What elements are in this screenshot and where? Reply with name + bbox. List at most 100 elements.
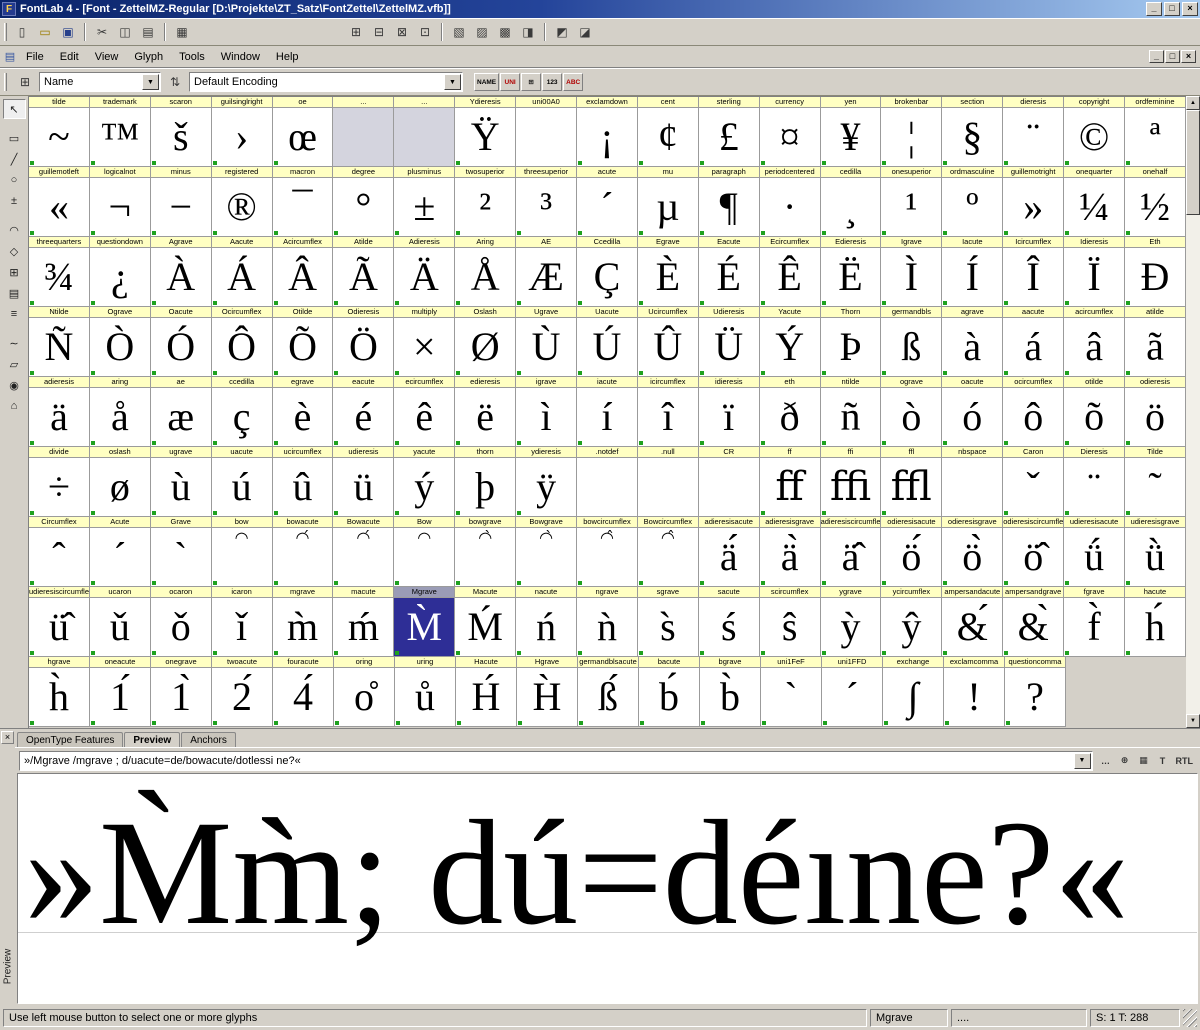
glyph-cell-ff[interactable]: ff ﬀ bbox=[759, 447, 821, 517]
glyph-cell-ccedilla[interactable]: ccedilla ç bbox=[211, 377, 273, 447]
glyph-cell-acircumflex[interactable]: acircumflex â bbox=[1064, 307, 1126, 377]
glyph-cell-exclamcomma[interactable]: exclamcomma! bbox=[944, 657, 1005, 727]
glyph-cell-aacute[interactable]: aacute á bbox=[1003, 307, 1065, 377]
tab-anchors[interactable]: Anchors bbox=[181, 732, 236, 747]
glyph-cell-ordmasculine[interactable]: ordmasculine º bbox=[942, 167, 1004, 237]
glyph-cell-Bowacute[interactable]: Bowacute ◠́ bbox=[333, 517, 395, 587]
mesh-tool[interactable]: ⊞ bbox=[3, 262, 26, 282]
glyph-cell-Acute[interactable]: Acute ´ bbox=[89, 517, 151, 587]
glyph-cell-Ocircumflex[interactable]: Ocircumflex Ô bbox=[211, 307, 273, 377]
glyph-cell-guillemotright[interactable]: guillemotright » bbox=[1003, 167, 1065, 237]
glyph-cell-Ecircumflex[interactable]: Ecircumflex Ê bbox=[759, 237, 821, 307]
glyph-cell-CR[interactable]: CR bbox=[698, 447, 760, 517]
glyph-cell-thorn[interactable]: thorn þ bbox=[455, 447, 517, 517]
glyph-cell-onehalf[interactable]: onehalf ½ bbox=[1125, 167, 1186, 237]
glyph-cell-ygrave[interactable]: ygrave ỳ bbox=[820, 587, 882, 657]
preview-text-combo[interactable]: »/Mgrave /mgrave ; d/uacute=de/bowacute/… bbox=[19, 750, 1093, 771]
caption-mode-combo[interactable]: Name ▼ bbox=[39, 72, 161, 92]
chevron-down-icon[interactable]: ▼ bbox=[1073, 752, 1091, 769]
glyph-window-icon[interactable]: ▧ bbox=[448, 22, 470, 42]
scroll-thumb[interactable] bbox=[1186, 110, 1200, 215]
table-tool[interactable]: ▤ bbox=[3, 283, 26, 303]
preview-print-button[interactable]: ▦ bbox=[1135, 752, 1153, 770]
transform-panel-icon[interactable]: ⊡ bbox=[414, 22, 436, 42]
glyph-cell-germandblsacute[interactable]: germandblsacute ß́ bbox=[578, 657, 639, 727]
glyph-cell-ffl[interactable]: ffl ﬄ bbox=[881, 447, 943, 517]
menu-help[interactable]: Help bbox=[268, 48, 307, 66]
glyph-cell-trademark[interactable]: trademark ™ bbox=[89, 97, 151, 167]
minimize-button[interactable]: _ bbox=[1146, 2, 1162, 16]
glyph-cell-acute[interactable]: acute ´ bbox=[577, 167, 638, 237]
glyph-cell-logicalnot[interactable]: logicalnot ¬ bbox=[89, 167, 151, 237]
panel-close-button[interactable]: × bbox=[1, 731, 14, 744]
glyph-cell-Mgrave[interactable]: Mgrave M̀ bbox=[394, 587, 456, 657]
glyph-cell-nacute[interactable]: nacute ń bbox=[516, 587, 578, 657]
glyph-cell-Atilde[interactable]: Atilde Ã bbox=[333, 237, 395, 307]
glyph-cell-odieresisacute[interactable]: odieresisacute ö́ bbox=[881, 517, 943, 587]
cut-icon[interactable]: ✂ bbox=[91, 22, 113, 42]
glyph-cell-Oacute[interactable]: Oacute Ó bbox=[150, 307, 212, 377]
glyph-cell-Ccedilla[interactable]: Ccedilla Ç bbox=[577, 237, 638, 307]
macro-icon[interactable]: ◩ bbox=[551, 22, 573, 42]
preview-canvas[interactable]: »M̀m̀; dú=déıne?« bbox=[17, 773, 1198, 1004]
glyph-cell-questioncomma[interactable]: questioncomma? bbox=[1005, 657, 1066, 727]
glyph-cell-Hacute[interactable]: Hacute H́ bbox=[456, 657, 517, 727]
glyph-cell-eth[interactable]: eth ð bbox=[759, 377, 821, 447]
scroll-down-icon[interactable]: ▼ bbox=[1186, 714, 1200, 728]
glyph-cell-udieresiscircumflex[interactable]: udieresiscircumflex ü̂ bbox=[29, 587, 90, 657]
glyph-cell-ngrave[interactable]: ngrave ǹ bbox=[577, 587, 638, 657]
glyph-cell-oslash[interactable]: oslash ø bbox=[89, 447, 151, 517]
magnify-tool[interactable]: ○ bbox=[3, 170, 26, 190]
glyph-cell-ydieresis[interactable]: ydieresis ÿ bbox=[516, 447, 578, 517]
glyph-cell-bowcircumflex[interactable]: bowcircumflex ◠̂ bbox=[577, 517, 638, 587]
rect-tool[interactable]: ▱ bbox=[3, 354, 26, 374]
grid-scrollbar[interactable]: ▲ ▼ bbox=[1186, 96, 1200, 728]
glyph-cell-eacute[interactable]: eacute é bbox=[333, 377, 395, 447]
options-icon[interactable]: ◨ bbox=[517, 22, 539, 42]
menu-tools[interactable]: Tools bbox=[171, 48, 213, 66]
glyph-cell-Caron[interactable]: Caron ˇ bbox=[1003, 447, 1065, 517]
encoding-combo[interactable]: Default Encoding ▼ bbox=[189, 72, 463, 92]
glyph-cell-registered[interactable]: registered ® bbox=[211, 167, 273, 237]
glyph-cell-scaron[interactable]: scaron š bbox=[150, 97, 212, 167]
glyph-cell-ucaron[interactable]: ucaron ǔ bbox=[89, 587, 151, 657]
glyph-cell-atilde[interactable]: atilde ã bbox=[1125, 307, 1186, 377]
glyph-cell-ntilde[interactable]: ntilde ñ bbox=[820, 377, 882, 447]
glyph-cell-guilsinglright[interactable]: guilsinglright › bbox=[211, 97, 273, 167]
glyph-cell-tilde[interactable]: tilde ~ bbox=[29, 97, 90, 167]
glyph-cell-macron[interactable]: macron ¯ bbox=[272, 167, 334, 237]
caption-unicode-button[interactable]: UNI bbox=[500, 73, 521, 91]
open-icon[interactable]: ▭ bbox=[34, 22, 56, 42]
glyph-cell-ffi[interactable]: ffi ﬃ bbox=[820, 447, 882, 517]
glyph-cell-icircumflex[interactable]: icircumflex î bbox=[637, 377, 699, 447]
glyph-cell-Yacute[interactable]: Yacute Ý bbox=[759, 307, 821, 377]
glyph-cell-Bowgrave[interactable]: Bowgrave ◠̀ bbox=[516, 517, 578, 587]
glyph-cell-minus[interactable]: minus − bbox=[150, 167, 212, 237]
copy-icon[interactable]: ◫ bbox=[114, 22, 136, 42]
glyph-cell-Otilde[interactable]: Otilde Õ bbox=[272, 307, 334, 377]
save-icon[interactable]: ▣ bbox=[57, 22, 79, 42]
glyph-cell-twoacute[interactable]: twoacute 2́ bbox=[212, 657, 273, 727]
glyph-cell-Oslash[interactable]: Oslash Ø bbox=[455, 307, 517, 377]
glyph-cell-Aring[interactable]: Aring Å bbox=[455, 237, 517, 307]
glyph-cell-otilde[interactable]: otilde õ bbox=[1064, 377, 1126, 447]
panels-icon[interactable]: ▩ bbox=[494, 22, 516, 42]
classes-panel-icon[interactable]: ⊠ bbox=[391, 22, 413, 42]
maximize-button[interactable]: □ bbox=[1164, 2, 1180, 16]
glyph-cell-oring[interactable]: oring o̊ bbox=[334, 657, 395, 727]
glyph-cell-ocircumflex[interactable]: ocircumflex ô bbox=[1003, 377, 1065, 447]
glyph-cell-plusminus[interactable]: plusminus ± bbox=[394, 167, 456, 237]
glyph-cell-Egrave[interactable]: Egrave È bbox=[637, 237, 699, 307]
metrics-window-icon[interactable]: ⊟ bbox=[368, 22, 390, 42]
caption-table-button[interactable]: ⊞ bbox=[521, 73, 542, 91]
caption-ansi-button[interactable]: ABC bbox=[563, 73, 584, 91]
glyph-cell-uni00A0[interactable]: uni00A0 bbox=[516, 97, 578, 167]
glyph-cell-adieresisacute[interactable]: adieresisacute ä́ bbox=[698, 517, 760, 587]
glyph-cell-sacute[interactable]: sacute ś bbox=[698, 587, 760, 657]
hand-tool[interactable]: ⌂ bbox=[3, 396, 26, 416]
glyph-cell-Thorn[interactable]: Thorn Þ bbox=[820, 307, 882, 377]
glyph-cell-cedilla[interactable]: cedilla ¸ bbox=[820, 167, 882, 237]
glyph-cell-Bow[interactable]: Bow ◠ bbox=[394, 517, 456, 587]
titlebar[interactable]: F FontLab 4 - [Font - ZettelMZ-Regular [… bbox=[0, 0, 1200, 18]
contour-tool[interactable]: ◠ bbox=[3, 220, 26, 240]
